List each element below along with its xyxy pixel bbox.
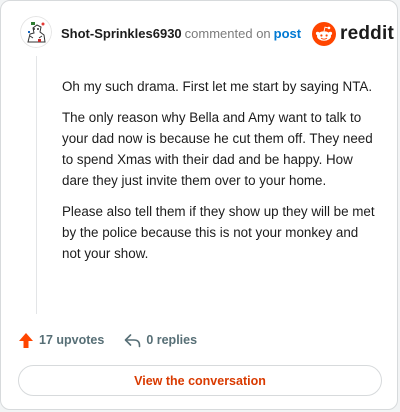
comment-paragraph: Oh my such drama. First let me start by …: [62, 79, 373, 94]
reddit-snoo-icon: [312, 22, 336, 46]
comment-paragraph: Please also tell them if they show up th…: [62, 204, 375, 261]
upvote-count: 17 upvotes: [39, 333, 105, 347]
comment-body: Oh my such drama. First let me start by …: [62, 76, 380, 274]
comment-paragraph: The only reason why Bella and Amy want t…: [62, 110, 373, 188]
reddit-logo[interactable]: reddit: [312, 21, 394, 47]
avatar[interactable]: [20, 16, 52, 48]
post-link[interactable]: post: [274, 26, 301, 41]
reddit-wordmark: reddit: [340, 23, 394, 44]
comment-card: Shot-Sprinkles6930 commented on post reddi…: [0, 0, 398, 410]
view-conversation-button[interactable]: View the conversation: [18, 365, 382, 396]
username[interactable]: Shot-Sprinkles6930: [61, 26, 182, 41]
commented-on-text: commented on: [184, 26, 271, 41]
reply-button[interactable]: 0 replies: [124, 333, 197, 348]
upvote-button[interactable]: 17 upvotes: [18, 332, 104, 349]
upvote-arrow-icon: [19, 332, 33, 348]
thread-line: [36, 56, 37, 314]
reply-arrow-icon: [125, 333, 141, 347]
comment-actions: 17 upvotes 0 replies: [18, 330, 197, 350]
comment-header: Shot-Sprinkles6930 commented on post: [61, 26, 301, 42]
avatar-illustration-icon: [20, 16, 52, 48]
reply-count: 0 replies: [146, 333, 198, 347]
